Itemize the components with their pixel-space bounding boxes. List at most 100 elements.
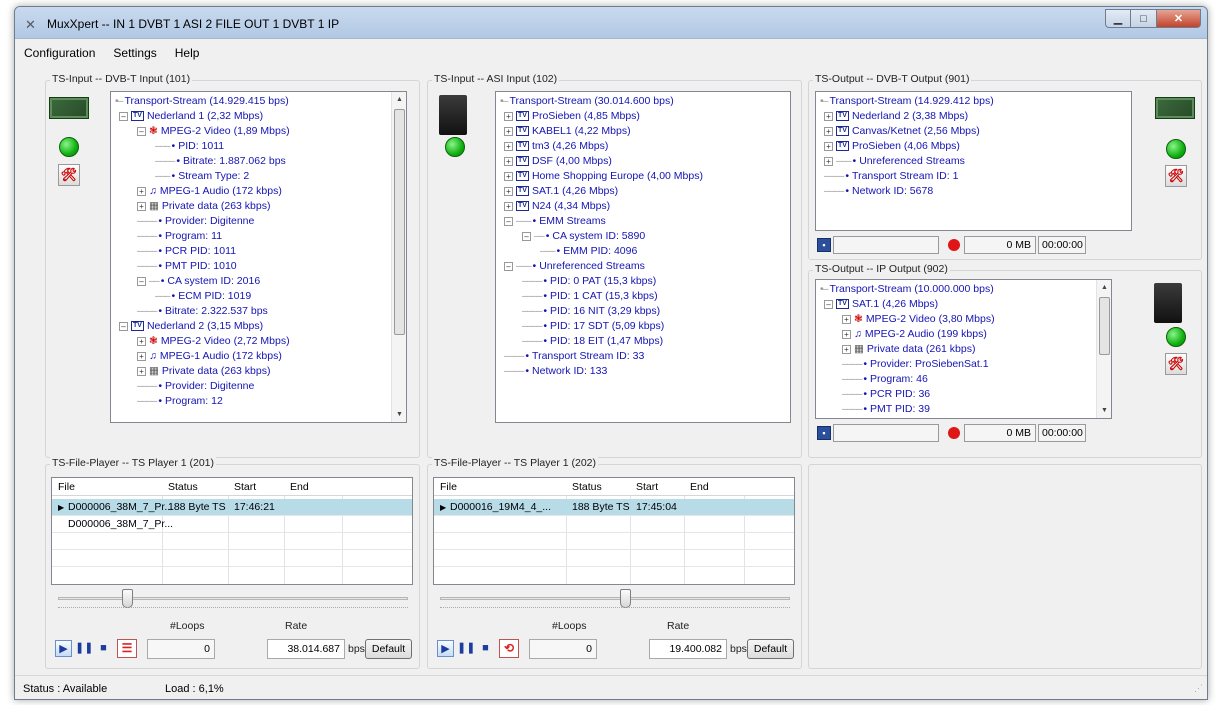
tools-icon[interactable]: 🛠 bbox=[1165, 165, 1187, 187]
tree-node[interactable]: –––– • Network ID: 5678 bbox=[824, 184, 933, 199]
scroll-thumb[interactable] bbox=[1099, 297, 1110, 355]
scroll-down-icon[interactable]: ▼ bbox=[1097, 403, 1111, 418]
tree-node[interactable]: + TV N24 (4,34 Mbps) bbox=[504, 199, 610, 214]
tree-node[interactable]: ––– • ECM PID: 1019 bbox=[155, 289, 251, 304]
tree-node[interactable]: – TV Nederland 1 (2,32 Mbps) bbox=[119, 109, 263, 124]
tree-node[interactable]: ––– • Stream Type: 2 bbox=[155, 169, 249, 184]
play-icon[interactable]: ▶ bbox=[437, 640, 454, 657]
tree-node[interactable]: + TV Nederland 2 (3,38 Mbps) bbox=[824, 109, 968, 124]
pause-icon[interactable]: ❚❚ bbox=[457, 640, 475, 657]
save-icon[interactable]: ▪ bbox=[817, 238, 831, 252]
tree-node[interactable]: –––– • Program: 11 bbox=[137, 229, 222, 244]
menu-help[interactable]: Help bbox=[166, 43, 209, 63]
tree-output-dvbt[interactable]: •– Transport-Stream (14.929.412 bps) + TV N… bbox=[815, 91, 1132, 231]
tree-node[interactable]: •– Transport-Stream (14.929.415 bps) bbox=[115, 94, 289, 109]
tree-node[interactable]: –––– • Transport Stream ID: 33 bbox=[504, 349, 644, 364]
tree-node[interactable]: + TV Home Shopping Europe (4,00 Mbps) bbox=[504, 169, 703, 184]
tree-node[interactable]: –––– • Transport Stream ID: 1 bbox=[824, 169, 958, 184]
scroll-down-icon[interactable]: ▼ bbox=[392, 407, 406, 422]
tree-node[interactable]: + ––– • Unreferenced Streams bbox=[824, 154, 965, 169]
tree-node[interactable]: + ♫ MPEG-2 Audio (199 kbps) bbox=[842, 327, 987, 342]
tree-node[interactable]: –––– • PID: 0 PAT (15,3 kbps) bbox=[522, 274, 656, 289]
tree-node[interactable]: –––– • Provider: Digitenne bbox=[137, 379, 254, 394]
tree-node[interactable]: + ♫ MPEG-1 Audio (172 kbps) bbox=[137, 349, 282, 364]
tree-node[interactable]: –––– • PMT PID: 1010 bbox=[137, 259, 237, 274]
record-path-field[interactable] bbox=[833, 424, 939, 442]
tree-node[interactable]: –––– • Provider: Digitenne bbox=[137, 214, 254, 229]
tree-node[interactable]: –––– • PID: 16 NIT (3,29 kbps) bbox=[522, 304, 660, 319]
tree-node[interactable]: + ▦ Private data (263 kbps) bbox=[137, 199, 270, 214]
rate-field[interactable]: 38.014.687 bbox=[267, 639, 345, 659]
tree-node[interactable]: –––– • Bitrate: 1.887.062 bps bbox=[155, 154, 286, 169]
default-button[interactable]: Default bbox=[365, 639, 412, 659]
tree-input-asi[interactable]: •– Transport-Stream (30.014.600 bps) + TV P… bbox=[495, 91, 791, 423]
maximize-button[interactable]: □ bbox=[1131, 9, 1157, 28]
record-icon[interactable] bbox=[948, 239, 960, 251]
tree-node[interactable]: •– Transport-Stream (10.000.000 bps) bbox=[820, 282, 994, 297]
scroll-up-icon[interactable]: ▲ bbox=[392, 92, 406, 107]
tree-node[interactable]: – ––– • EMM Streams bbox=[504, 214, 606, 229]
tree-node[interactable]: –––– • PID: 17 SDT (5,09 kbps) bbox=[522, 319, 664, 334]
tools-icon[interactable]: 🛠 bbox=[1165, 353, 1187, 375]
tree-node[interactable]: + TV KABEL1 (4,22 Mbps) bbox=[504, 124, 631, 139]
tree-node[interactable]: –––– • PID: 1 CAT (15,3 kbps) bbox=[522, 289, 658, 304]
table-row[interactable]: D000006_38M_7_Pr... bbox=[52, 516, 412, 533]
scroll-up-icon[interactable]: ▲ bbox=[1097, 280, 1111, 295]
save-icon[interactable]: ▪ bbox=[817, 426, 831, 440]
tree-node[interactable]: – ––– • Unreferenced Streams bbox=[504, 259, 645, 274]
tree-node[interactable]: – TV Nederland 2 (3,15 Mbps) bbox=[119, 319, 263, 334]
tools-icon[interactable]: 🛠 bbox=[58, 164, 80, 186]
tree-output-ip[interactable]: •– Transport-Stream (10.000.000 bps) – TV S… bbox=[815, 279, 1112, 419]
tree-node[interactable]: –––– • Program: 12 bbox=[137, 394, 223, 409]
loop-icon[interactable]: ⟲ bbox=[499, 639, 519, 658]
table-row[interactable]: ▶ D000016_19M4_4_... 188 Byte TS 17:45:0… bbox=[434, 499, 794, 516]
tree-input-dvbt[interactable]: •– Transport-Stream (14.929.415 bps) – TV N… bbox=[110, 91, 407, 423]
tree-node[interactable]: – TV SAT.1 (4,26 Mbps) bbox=[824, 297, 938, 312]
player2-file-grid[interactable]: File Status Start End ▶ D000016_19M4_4_.… bbox=[433, 477, 795, 585]
tree-node[interactable]: •– Transport-Stream (30.014.600 bps) bbox=[500, 94, 674, 109]
tree-node[interactable]: –––– • PID: 18 EIT (1,47 Mbps) bbox=[522, 334, 663, 349]
tree-node[interactable]: + TV SAT.1 (4,26 Mbps) bbox=[504, 184, 618, 199]
tree-node[interactable]: ––– • PID: 1011 bbox=[155, 139, 224, 154]
tree-node[interactable]: + TV DSF (4,00 Mbps) bbox=[504, 154, 612, 169]
tree-node[interactable]: –––– • Bitrate: 2.322.537 bps bbox=[137, 304, 268, 319]
close-button[interactable]: ✕ bbox=[1157, 9, 1201, 28]
tree-node[interactable]: + TV Canvas/Ketnet (2,56 Mbps) bbox=[824, 124, 980, 139]
tree-node[interactable]: ––– • EMM PID: 4096 bbox=[540, 244, 637, 259]
resize-grip-icon[interactable]: ⋰ bbox=[1194, 683, 1203, 697]
tree-node[interactable]: –––– • Provider: ProSiebenSat.1 bbox=[842, 357, 989, 372]
tree-node[interactable]: – –– • CA system ID: 5890 bbox=[522, 229, 645, 244]
stop-icon[interactable]: ■ bbox=[477, 640, 494, 657]
playlist-icon[interactable]: ☰ bbox=[117, 639, 137, 658]
table-row[interactable]: ▶ D000006_38M_7_Pr... 188 Byte TS 17:46:… bbox=[52, 499, 412, 516]
tree-scrollbar[interactable]: ▲ ▼ bbox=[1096, 280, 1111, 418]
loops-field[interactable]: 0 bbox=[147, 639, 215, 659]
tree-node[interactable]: + ♫ MPEG-1 Audio (172 kbps) bbox=[137, 184, 282, 199]
loops-field[interactable]: 0 bbox=[529, 639, 597, 659]
play-icon[interactable]: ▶ bbox=[55, 640, 72, 657]
tree-node[interactable]: – ❃ MPEG-2 Video (1,89 Mbps) bbox=[137, 124, 290, 139]
default-button[interactable]: Default bbox=[747, 639, 794, 659]
menu-configuration[interactable]: Configuration bbox=[15, 43, 104, 63]
menu-settings[interactable]: Settings bbox=[104, 43, 165, 63]
minimize-button[interactable]: ▁ bbox=[1105, 9, 1131, 28]
tree-node[interactable]: + ▦ Private data (263 kbps) bbox=[137, 364, 270, 379]
stop-icon[interactable]: ■ bbox=[95, 640, 112, 657]
tree-node[interactable]: –––– • PMT PID: 39 bbox=[842, 402, 930, 417]
tree-node[interactable]: •– Transport-Stream (14.929.412 bps) bbox=[820, 94, 994, 109]
pause-icon[interactable]: ❚❚ bbox=[75, 640, 93, 657]
tree-node[interactable]: – –– • CA system ID: 2016 bbox=[137, 274, 260, 289]
player1-file-grid[interactable]: File Status Start End ▶ D000006_38M_7_Pr… bbox=[51, 477, 413, 585]
tree-node[interactable]: + ▦ Private data (261 kbps) bbox=[842, 342, 975, 357]
tree-node[interactable]: –––– • Network ID: 133 bbox=[504, 364, 607, 379]
position-slider[interactable] bbox=[440, 597, 790, 600]
position-slider[interactable] bbox=[58, 597, 408, 600]
tree-node[interactable]: + ❃ MPEG-2 Video (3,80 Mbps) bbox=[842, 312, 995, 327]
rate-field[interactable]: 19.400.082 bbox=[649, 639, 727, 659]
tree-node[interactable]: + TV tm3 (4,26 Mbps) bbox=[504, 139, 608, 154]
tree-node[interactable]: + TV ProSieben (4,85 Mbps) bbox=[504, 109, 640, 124]
tree-node[interactable]: + TV ProSieben (4,06 Mbps) bbox=[824, 139, 960, 154]
tree-node[interactable]: –––– • PCR PID: 1011 bbox=[137, 244, 236, 259]
tree-scrollbar[interactable]: ▲ ▼ bbox=[391, 92, 406, 422]
tree-node[interactable]: –––– • PCR PID: 36 bbox=[842, 387, 930, 402]
